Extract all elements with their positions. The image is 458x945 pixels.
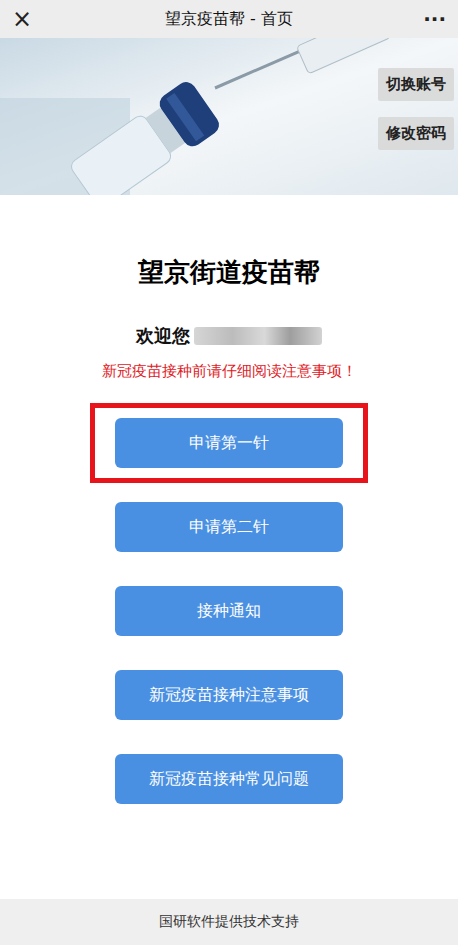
menu: 申请第一针申请第二针接种通知新冠疫苗接种注意事项新冠疫苗接种常见问题 [90, 403, 368, 819]
footer: 国研软件提供技术支持 [0, 899, 458, 945]
account-actions: 切换账号修改密码 [378, 68, 454, 150]
menu-slot: 申请第一针 [90, 403, 368, 483]
menu-slot: 新冠疫苗接种常见问题 [90, 739, 368, 819]
menu-slot: 接种通知 [90, 571, 368, 651]
blurred-name [194, 327, 322, 345]
menu-button[interactable]: 接种通知 [115, 586, 343, 636]
page-heading: 望京街道疫苗帮 [138, 255, 320, 290]
menu-button[interactable]: 新冠疫苗接种常见问题 [115, 754, 343, 804]
notice-text: 新冠疫苗接种前请仔细阅读注意事项！ [102, 362, 357, 381]
close-button[interactable]: × [12, 7, 52, 31]
banner: 切换账号修改密码 [0, 38, 458, 195]
switch-account-button[interactable]: 切换账号 [378, 68, 454, 101]
menu-button[interactable]: 新冠疫苗接种注意事项 [115, 670, 343, 720]
welcome-text: 欢迎您 [136, 324, 190, 348]
menu-slot: 申请第二针 [90, 487, 368, 567]
change-password-button[interactable]: 修改密码 [378, 117, 454, 150]
top-bar: ×望京疫苗帮 - 首页··· [0, 0, 458, 38]
page-title: 望京疫苗帮 - 首页 [52, 9, 406, 30]
main-content: 望京街道疫苗帮欢迎您新冠疫苗接种前请仔细阅读注意事项！ 申请第一针申请第二针接种通… [0, 195, 458, 819]
menu-slot: 新冠疫苗接种注意事项 [90, 655, 368, 735]
menu-button[interactable]: 申请第二针 [115, 502, 343, 552]
menu-button[interactable]: 申请第一针 [115, 418, 343, 468]
welcome-row: 欢迎您 [136, 324, 322, 348]
more-button[interactable]: ··· [406, 7, 446, 31]
